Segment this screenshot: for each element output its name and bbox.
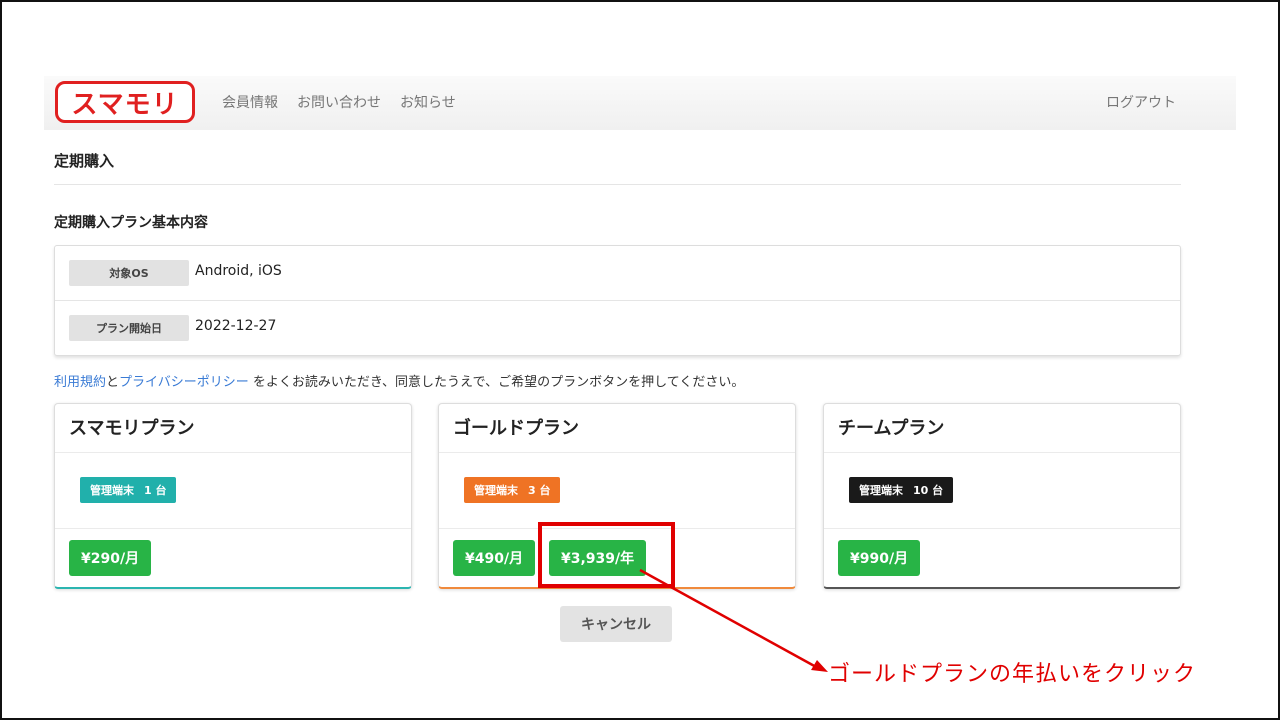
plan-info-box: 対象OS Android, iOS プラン開始日 2022-12-27 [54,245,1181,356]
nav-news[interactable]: お知らせ [400,92,456,112]
top-navbar: スマモリ 会員情報 お問い合わせ お知らせ ログアウト [44,76,1236,130]
monthly-price-button[interactable]: ¥990/月 [838,540,921,576]
info-label-start-date: プラン開始日 [69,315,189,341]
info-row-os: 対象OS Android, iOS [55,246,1180,301]
logo[interactable]: スマモリ [55,81,195,123]
plan-name: チームプラン [838,418,945,439]
info-row-start-date: プラン開始日 2022-12-27 [55,301,1180,356]
badge-label: 管理端末 [90,484,134,497]
plan-card-sumamori: スマモリプラン 管理端末 1 台 ¥290/月 [54,403,412,589]
agreement-and: と [106,375,120,390]
page-title: 定期購入 [54,152,115,170]
device-count-badge: 管理端末 3 台 [464,477,561,503]
device-count-badge: 管理端末 10 台 [849,477,954,503]
card-divider [824,528,1180,529]
plan-name: スマモリプラン [69,418,195,439]
info-value-start-date: 2022-12-27 [195,318,277,334]
logout-link[interactable]: ログアウト [1106,92,1176,112]
info-label-os: 対象OS [69,260,189,286]
nav-contact[interactable]: お問い合わせ [297,92,381,112]
plan-name: ゴールドプラン [453,418,579,439]
badge-label: 管理端末 [474,484,518,497]
cancel-button[interactable]: キャンセル [560,606,672,642]
nav-member-info[interactable]: 会員情報 [222,92,278,112]
badge-count: 1 台 [144,484,167,497]
card-divider [55,528,411,529]
badge-count: 3 台 [528,484,551,497]
agreement-rest: をよくお読みいただき、同意したうえで、ご希望のプランボタンを押してください。 [248,375,745,390]
monthly-price-button[interactable]: ¥290/月 [69,540,152,576]
title-divider [54,184,1181,185]
badge-label: 管理端末 [859,484,903,497]
plan-card-team: チームプラン 管理端末 10 台 ¥990/月 [823,403,1181,589]
privacy-policy-link[interactable]: プライバシーポリシー [119,375,249,390]
badge-count: 10 台 [913,484,944,497]
card-divider [439,452,795,453]
card-divider [824,452,1180,453]
device-count-badge: 管理端末 1 台 [80,477,177,503]
annotation-text: ゴールドプランの年払いをクリック [828,662,1197,687]
section-title: 定期購入プラン基本内容 [54,215,208,231]
info-value-os: Android, iOS [195,263,282,279]
card-divider [55,452,411,453]
nav-links: 会員情報 お問い合わせ お知らせ [222,92,456,112]
logo-text: スマモリ [71,89,179,120]
agreement-text: 利用規約とプライバシーポリシー をよくお読みいただき、同意したうえで、ご希望のプ… [54,371,744,390]
annotation-highlight-box [538,522,675,588]
monthly-price-button[interactable]: ¥490/月 [453,540,536,576]
terms-link[interactable]: 利用規約 [54,375,106,390]
